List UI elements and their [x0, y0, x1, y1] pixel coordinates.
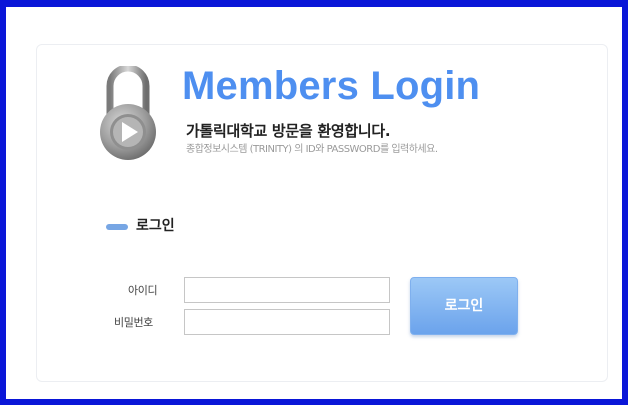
- lock-play-icon: [100, 66, 156, 160]
- login-button[interactable]: 로그인: [410, 277, 518, 335]
- password-input[interactable]: [184, 309, 390, 335]
- id-label: 아이디: [128, 284, 158, 297]
- instruction-text: 종합정보시스템 (TRINITY) 의 ID와 PASSWORD를 입력하세요.: [186, 144, 438, 155]
- id-input[interactable]: [184, 277, 390, 303]
- section-marker-icon: [106, 224, 128, 230]
- page-title: Members Login: [182, 64, 481, 108]
- password-label: 비밀번호: [114, 316, 153, 329]
- welcome-message: 가톨릭대학교 방문을 환영합니다.: [186, 122, 391, 140]
- section-title: 로그인: [136, 218, 175, 234]
